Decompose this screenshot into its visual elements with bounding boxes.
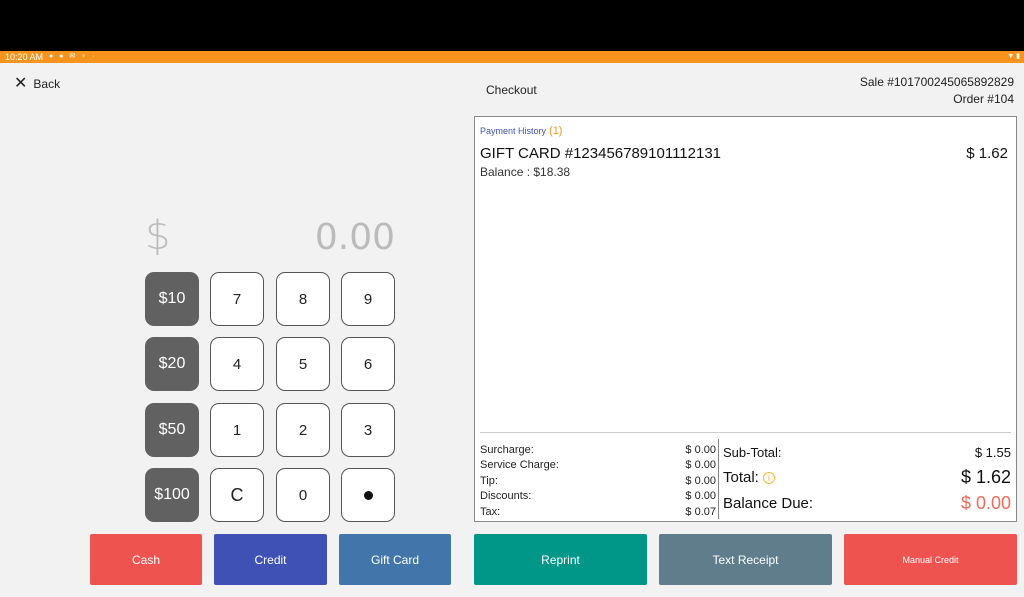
key-9-button[interactable]: 9 (341, 272, 395, 326)
text-receipt-button[interactable]: Text Receipt (659, 534, 832, 585)
payment-item-name: GIFT CARD #123456789101112131 (480, 145, 722, 162)
tip-row: Tip: $ 0.00 (480, 474, 716, 489)
decimal-point-button[interactable] (341, 468, 395, 522)
order-number: Order #104 (953, 92, 1014, 106)
quick-amount-100-button[interactable]: $100 (145, 468, 199, 522)
status-time: 10:20 AM (5, 52, 44, 62)
tax-row: Tax: $ 0.07 (480, 505, 716, 520)
key-2-button[interactable]: 2 (276, 403, 330, 457)
payment-history-heading: Payment History (1) (480, 125, 562, 137)
discounts-row: Discounts: $ 0.00 (480, 489, 716, 504)
sale-info: Sale #101700245065892829 Order #104 (860, 74, 1014, 108)
key-6-button[interactable]: 6 (341, 337, 395, 391)
discounts-label: Discounts: (480, 490, 532, 503)
key-3-button[interactable]: 3 (341, 403, 395, 457)
top-black-bar (0, 0, 1024, 51)
info-icon[interactable]: i (762, 471, 775, 484)
fees-summary: Surcharge: $ 0.00 Service Charge: $ 0.00… (480, 443, 716, 520)
quick-amount-10-button[interactable]: $10 (145, 272, 199, 326)
currency-symbol: $ (145, 213, 171, 259)
key-7-button[interactable]: 7 (210, 272, 264, 326)
surcharge-label: Surcharge: (480, 444, 534, 456)
manual-credit-button[interactable]: Manual Credit (844, 534, 1017, 585)
payment-history-label: Payment History (480, 126, 547, 136)
status-bar: 10:20 AM ● ● ✉ ♀ · ▼ ▮ (0, 51, 1024, 63)
tax-value: $ 0.07 (685, 505, 716, 518)
wifi-battery-icon: ▼ ▮ (1007, 53, 1020, 60)
payment-history-count: (1) (549, 125, 563, 137)
key-8-button[interactable]: 8 (276, 272, 330, 326)
surcharge-row: Surcharge: $ 0.00 (480, 443, 716, 458)
total-value: $ 1.62 (960, 466, 1011, 487)
surcharge-value: $ 0.00 (685, 444, 716, 456)
balance-due-row: Balance Due: $ 0.00 (723, 492, 1011, 514)
gift-card-button[interactable]: Gift Card (339, 534, 451, 585)
total-label: Total: (723, 468, 759, 486)
service-charge-row: Service Charge: $ 0.00 (480, 458, 716, 473)
cash-button[interactable]: Cash (90, 534, 202, 585)
reprint-button[interactable]: Reprint (474, 534, 647, 585)
tax-label: Tax: (480, 505, 501, 518)
balance-due-value: $ 0.00 (960, 492, 1011, 513)
key-1-button[interactable]: 1 (210, 403, 264, 457)
summary-divider (480, 432, 1011, 433)
checkout-screen: ✕ Back Checkout Sale #101700245065892829… (0, 63, 1024, 597)
back-label: Back (33, 77, 61, 91)
key-0-button[interactable]: 0 (276, 468, 330, 522)
key-5-button[interactable]: 5 (276, 337, 330, 391)
service-charge-label: Service Charge: (480, 459, 559, 472)
amount-value: 0.00 (314, 217, 395, 258)
close-icon: ✕ (14, 75, 28, 92)
notification-icons: ● ● ✉ ♀ · (49, 53, 97, 60)
payment-panel: Payment History (1) GIFT CARD #1234567891… (474, 116, 1017, 522)
back-button[interactable]: ✕ Back (14, 75, 61, 92)
discounts-value: $ 0.00 (685, 490, 716, 503)
tip-label: Tip: (480, 474, 498, 487)
subtotal-value: $ 1.55 (974, 444, 1011, 460)
service-charge-value: $ 0.00 (685, 459, 716, 472)
quick-amount-20-button[interactable]: $20 (145, 337, 199, 391)
clear-button[interactable]: C (210, 468, 264, 522)
payment-item-amount: $ 1.62 (966, 145, 1008, 162)
balance-due-label: Balance Due: (723, 494, 814, 512)
subtotal-row: Sub-Total: $ 1.55 (723, 442, 1011, 462)
credit-button[interactable]: Credit (214, 534, 327, 585)
summary-separator (718, 439, 719, 519)
key-4-button[interactable]: 4 (210, 337, 264, 391)
totals-summary: Sub-Total: $ 1.55 Total: i $ 1.62 Balance… (723, 442, 1011, 514)
sale-number: Sale #101700245065892829 (859, 75, 1014, 89)
page-title: Checkout (486, 83, 537, 97)
amount-display: $ 0.00 (145, 213, 395, 261)
subtotal-label: Sub-Total: (723, 444, 782, 460)
decimal-dot-icon (363, 490, 373, 500)
tip-value: $ 0.00 (685, 474, 716, 487)
total-row: Total: i $ 1.62 (723, 462, 1011, 492)
quick-amount-50-button[interactable]: $50 (145, 403, 199, 457)
payment-item-balance: Balance : $18.38 (480, 165, 571, 179)
